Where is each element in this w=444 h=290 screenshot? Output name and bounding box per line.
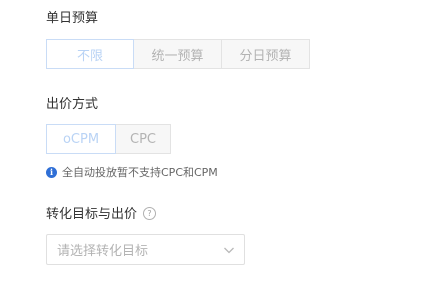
bid-method-option-cpc[interactable]: CPC xyxy=(115,124,171,154)
info-icon: i xyxy=(46,166,57,178)
bid-method-hint: i 全自动投放暂不支持CPC和CPM xyxy=(46,164,218,180)
daily-budget-option-unlimited[interactable]: 不限 xyxy=(46,39,134,69)
daily-budget-segmented: 不限 统一预算 分日预算 xyxy=(46,39,310,69)
chevron-down-icon xyxy=(224,247,234,254)
bid-method-option-ocpm[interactable]: oCPM xyxy=(46,124,116,154)
conversion-label-row: 转化目标与出价? xyxy=(46,207,157,223)
conversion-label: 转化目标与出价 xyxy=(46,207,138,222)
conversion-select-placeholder: 请选择转化目标 xyxy=(57,244,149,259)
bid-method-label: 出价方式 xyxy=(46,97,99,112)
bid-method-hint-text: 全自动投放暂不支持CPC和CPM xyxy=(62,166,218,179)
conversion-target-select[interactable]: 请选择转化目标 xyxy=(46,234,245,265)
bid-method-segmented: oCPM CPC xyxy=(46,124,171,154)
daily-budget-option-daily[interactable]: 分日预算 xyxy=(221,39,310,69)
question-circle-icon[interactable]: ? xyxy=(143,207,157,220)
daily-budget-label: 单日预算 xyxy=(46,11,99,26)
daily-budget-option-unified[interactable]: 统一预算 xyxy=(133,39,222,69)
